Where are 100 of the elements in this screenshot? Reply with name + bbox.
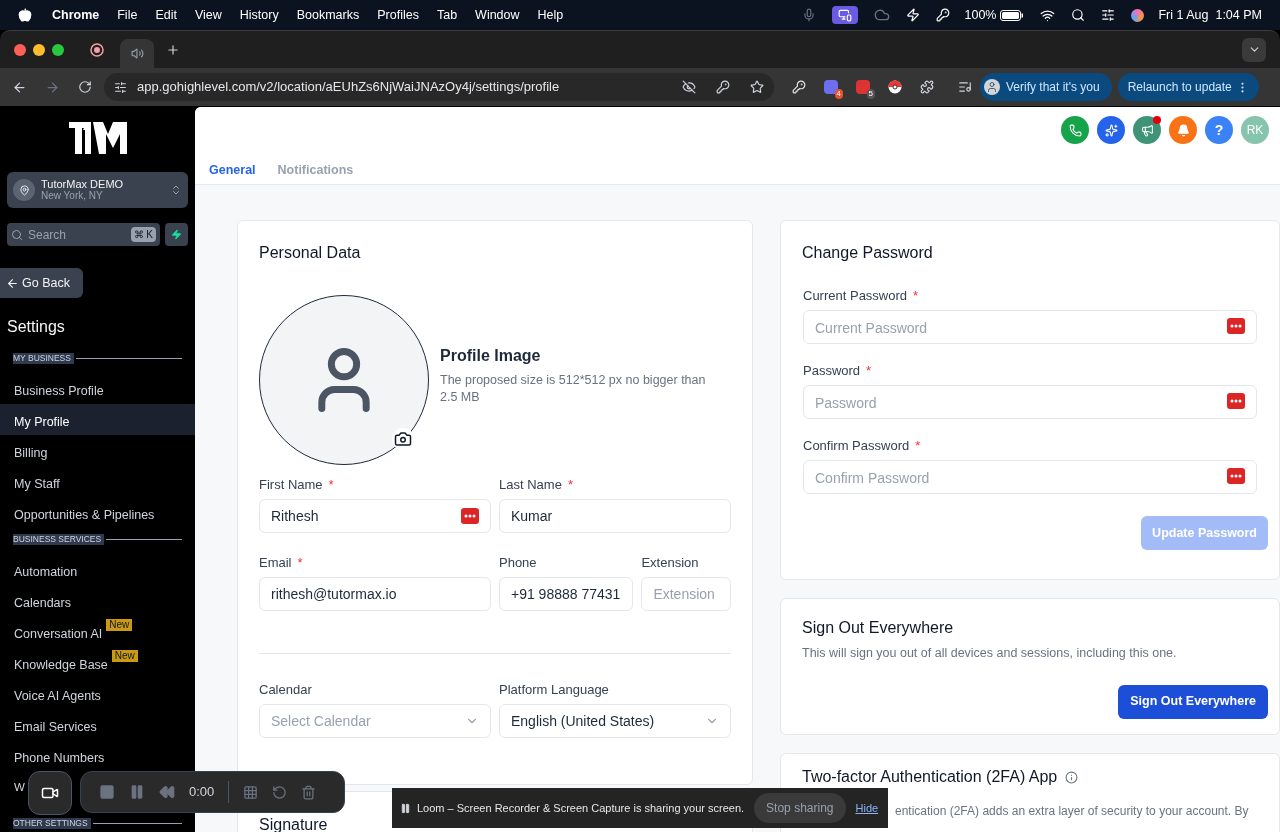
- apple-icon[interactable]: [18, 8, 32, 22]
- close-window-icon[interactable]: [14, 43, 26, 56]
- sidebar-item[interactable]: Email Services: [0, 709, 195, 740]
- sidebar-item[interactable]: Knowledge Base New: [0, 647, 195, 678]
- sidebar-item[interactable]: Phone Numbers: [0, 740, 195, 771]
- menu-item[interactable]: Chrome: [52, 5, 100, 25]
- quick-action-button[interactable]: [165, 223, 188, 246]
- account-name: TutorMax DEMO: [41, 178, 125, 190]
- key-icon[interactable]: [716, 80, 730, 94]
- menu-item[interactable]: Bookmarks: [296, 5, 360, 25]
- camera-icon[interactable]: [392, 428, 414, 450]
- sidebar-item[interactable]: Voice AI Agents: [0, 678, 195, 709]
- new-tab-icon[interactable]: [166, 42, 180, 57]
- go-back-button[interactable]: Go Back: [0, 268, 83, 298]
- select-field[interactable]: English (United States): [499, 704, 731, 738]
- extension-icon[interactable]: [792, 80, 806, 94]
- profile-image-hint: The proposed size is 512*512 px no bigger than 2.5 MB: [440, 372, 707, 406]
- notifications-button[interactable]: [1169, 116, 1197, 144]
- sidebar-item[interactable]: Calendars: [0, 585, 195, 616]
- site-settings-icon[interactable]: [114, 80, 127, 94]
- required-mark: *: [328, 477, 334, 492]
- grid-icon[interactable]: [243, 784, 259, 800]
- search-field[interactable]: Search ⌘ K: [7, 223, 160, 246]
- field-label: Password: [803, 363, 861, 378]
- info-icon[interactable]: [1065, 770, 1079, 784]
- phone-icon: [1068, 123, 1082, 137]
- tab-search-button[interactable]: [1242, 37, 1266, 62]
- help-button[interactable]: ?: [1205, 116, 1233, 144]
- back-icon[interactable]: [12, 79, 27, 95]
- reload-icon[interactable]: [78, 80, 92, 94]
- media-icon[interactable]: [958, 80, 972, 94]
- sidebar-item[interactable]: My Profile: [0, 404, 195, 435]
- camera-toggle-button[interactable]: [28, 771, 72, 815]
- menu-item[interactable]: Profiles: [377, 5, 419, 25]
- input-field[interactable]: rithesh@tutormax.io: [259, 577, 491, 611]
- sidebar-item[interactable]: My Staff: [0, 466, 195, 497]
- password-dots-icon[interactable]: [1227, 468, 1245, 484]
- wifi-icon[interactable]: [1040, 7, 1056, 23]
- input-field[interactable]: +91 98888 77431: [499, 577, 634, 611]
- relaunch-button[interactable]: Relaunch to update: [1117, 73, 1259, 101]
- pause-icon[interactable]: [400, 802, 411, 814]
- battery-icon[interactable]: [1000, 9, 1025, 21]
- password-dots-icon[interactable]: [1227, 318, 1245, 334]
- phone-button[interactable]: [1061, 116, 1089, 144]
- menu-item[interactable]: Help: [537, 5, 564, 25]
- sidebar-item[interactable]: W: [14, 780, 25, 812]
- restart-icon[interactable]: [272, 784, 288, 800]
- section-heading: BUSINESS SERVICES: [13, 534, 105, 545]
- announcements-button[interactable]: [1133, 116, 1161, 144]
- menu-item[interactable]: Window: [475, 5, 520, 25]
- cloud-icon[interactable]: [874, 7, 891, 23]
- input-field[interactable]: Kumar: [499, 499, 731, 533]
- menu-item[interactable]: Tab: [436, 5, 458, 25]
- menu-clock[interactable]: Fri 1 Aug 1:04 PM: [1158, 5, 1262, 25]
- verify-button[interactable]: Verify that it's you: [980, 73, 1112, 101]
- battery-percent: 100%: [964, 6, 997, 24]
- menu-item[interactable]: History: [239, 5, 279, 25]
- record-icon[interactable]: [90, 42, 104, 57]
- menu-item[interactable]: View: [194, 5, 222, 25]
- extension-badge: 5: [866, 89, 875, 99]
- sharing-message: Loom – Screen Recorder & Screen Capture is sharing your screen.: [417, 800, 745, 816]
- field-label: Phone: [499, 555, 537, 570]
- rewind-icon[interactable]: [159, 784, 175, 800]
- tab[interactable]: General: [209, 161, 256, 186]
- password-dots-icon[interactable]: [1227, 393, 1245, 409]
- bookmark-star-icon[interactable]: [750, 80, 764, 94]
- address-bar[interactable]: app.gohighlevel.com/v2/location/aEUhZs6NjWaiJNAzOy4j/settings/profile: [104, 73, 774, 101]
- minimize-window-icon[interactable]: [33, 43, 45, 56]
- search-icon[interactable]: [1071, 8, 1086, 22]
- control-center-icon[interactable]: [1101, 8, 1116, 22]
- ball-extension-icon[interactable]: [888, 80, 902, 94]
- sidebar-item[interactable]: Billing: [0, 435, 195, 466]
- sidebar-item[interactable]: Conversation AI New: [0, 616, 195, 647]
- eye-off-icon[interactable]: [682, 80, 696, 94]
- sidebar-item[interactable]: Business Profile: [0, 373, 195, 404]
- ai-button[interactable]: [1097, 116, 1125, 144]
- microphone-icon[interactable]: [802, 8, 817, 22]
- password-dots-icon[interactable]: [461, 508, 479, 524]
- sign-out-button[interactable]: Sign Out Everywhere: [1118, 684, 1268, 719]
- hide-link[interactable]: Hide: [855, 799, 879, 817]
- menu-item[interactable]: Edit: [155, 5, 177, 25]
- sidebar-item[interactable]: Automation: [0, 554, 195, 585]
- search-icon: [11, 228, 23, 241]
- bolt-icon[interactable]: [906, 8, 921, 22]
- account-switcher[interactable]: TutorMax DEMO New York, NY: [7, 172, 188, 208]
- stop-icon[interactable]: [99, 784, 115, 800]
- required-mark: *: [297, 555, 303, 570]
- section-heading: OTHER SETTINGS: [13, 818, 91, 829]
- required-mark: *: [913, 288, 919, 303]
- sidebar-item[interactable]: Opportunities & Pipelines: [0, 497, 195, 528]
- screen-share-icon[interactable]: [832, 6, 859, 24]
- stop-sharing-button[interactable]: Stop sharing: [754, 793, 846, 823]
- menu-item[interactable]: File: [117, 5, 138, 25]
- forward-icon[interactable]: [45, 79, 60, 95]
- browser-tab[interactable]: [120, 38, 154, 69]
- zoom-window-icon[interactable]: [52, 43, 64, 56]
- input-field[interactable]: Rithesh: [259, 499, 491, 533]
- siri-icon[interactable]: [1131, 8, 1145, 22]
- delete-icon[interactable]: [301, 784, 317, 800]
- extensions-icon[interactable]: [920, 80, 934, 94]
